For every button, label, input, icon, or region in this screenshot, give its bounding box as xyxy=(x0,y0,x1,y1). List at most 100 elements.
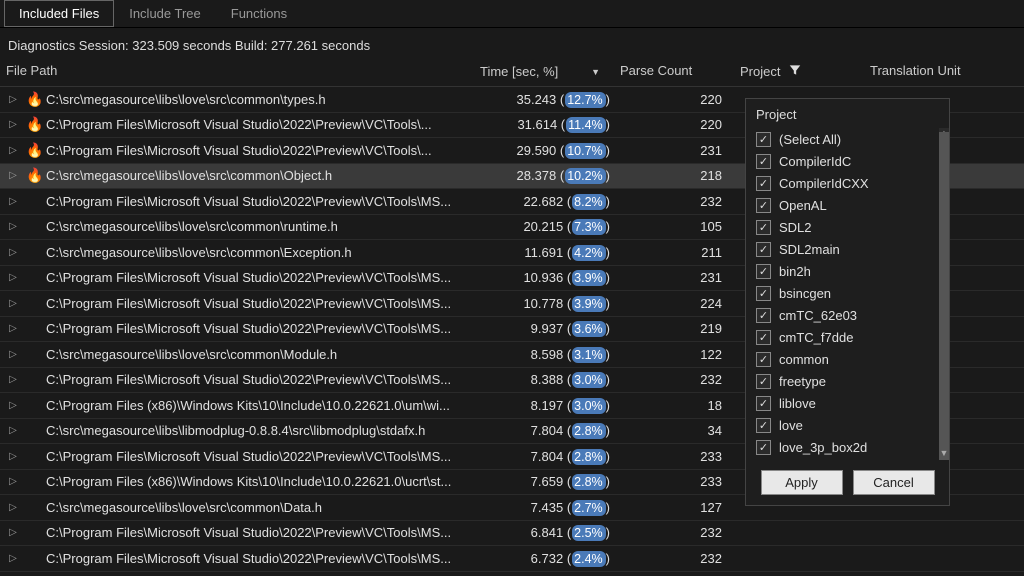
filter-item[interactable]: ✓(Select All) xyxy=(754,128,941,150)
header-file-path[interactable]: File Path xyxy=(0,63,480,80)
filter-item[interactable]: ✓ freetype xyxy=(754,370,941,392)
expand-icon[interactable]: ▷ xyxy=(0,349,26,360)
filter-item[interactable]: ✓ CompilerIdCXX xyxy=(754,172,941,194)
table-row[interactable]: ▷C:\Program Files\Microsoft Visual Studi… xyxy=(0,521,1024,547)
filter-item-label: bin2h xyxy=(779,264,811,279)
expand-icon[interactable]: ▷ xyxy=(0,94,26,105)
expand-icon[interactable]: ▷ xyxy=(0,119,26,130)
status-bar: Diagnostics Session: 323.509 seconds Bui… xyxy=(0,28,1024,63)
time-cell: 20.215 (7.3%) xyxy=(480,219,620,234)
filter-item[interactable]: ✓ cmTC_62e03 xyxy=(754,304,941,326)
filter-item[interactable]: ✓SDL2 xyxy=(754,216,941,238)
parse-count: 224 xyxy=(620,296,740,311)
time-cell: 11.691 (4.2%) xyxy=(480,245,620,260)
time-cell: 29.590 (10.7%) xyxy=(480,143,620,158)
header-project[interactable]: Project xyxy=(740,63,870,80)
header-time-label: Time [sec, %] xyxy=(480,64,558,79)
time-cell: 28.378 (10.2%) xyxy=(480,168,620,183)
parse-count: 18 xyxy=(620,398,740,413)
checkbox-icon[interactable]: ✓ xyxy=(756,308,771,323)
parse-count: 232 xyxy=(620,372,740,387)
checkbox-icon[interactable]: ✓ xyxy=(756,330,771,345)
expand-icon[interactable]: ▷ xyxy=(0,145,26,156)
filter-item[interactable]: ✓ love xyxy=(754,414,941,436)
header-parse-count[interactable]: Parse Count xyxy=(620,63,740,80)
file-path: C:\src\megasource\libs\love\src\common\r… xyxy=(46,219,338,234)
scrollbar-thumb[interactable] xyxy=(939,132,949,460)
file-path: C:\src\megasource\libs\love\src\common\t… xyxy=(46,92,326,107)
expand-icon[interactable]: ▷ xyxy=(0,374,26,385)
checkbox-icon[interactable]: ✓ xyxy=(756,154,771,169)
filter-item[interactable]: ✓bsincgen xyxy=(754,282,941,304)
time-cell: 6.841 (2.5%) xyxy=(480,525,620,540)
expand-icon[interactable]: ▷ xyxy=(0,553,26,564)
parse-count: 211 xyxy=(620,245,740,260)
apply-button[interactable]: Apply xyxy=(761,470,843,495)
parse-count: 232 xyxy=(620,525,740,540)
checkbox-icon[interactable]: ✓ xyxy=(756,264,771,279)
checkbox-icon[interactable]: ✓ xyxy=(756,198,771,213)
checkbox-icon[interactable]: ✓ xyxy=(756,286,771,301)
filter-item[interactable]: ✓cmTC_f7dde xyxy=(754,326,941,348)
expand-icon[interactable]: ▷ xyxy=(0,400,26,411)
expand-icon[interactable]: ▷ xyxy=(0,323,26,334)
parse-count: 220 xyxy=(620,117,740,132)
header-translation-unit[interactable]: Translation Unit xyxy=(870,63,1024,80)
filter-item[interactable]: ✓OpenAL xyxy=(754,194,941,216)
filter-item[interactable]: ✓SDL2main xyxy=(754,238,941,260)
expand-icon[interactable]: ▷ xyxy=(0,170,26,181)
filter-item[interactable]: ✓CompilerIdC xyxy=(754,150,941,172)
tab-functions[interactable]: Functions xyxy=(216,0,302,27)
tab-included-files[interactable]: Included Files xyxy=(4,0,114,27)
checkbox-icon[interactable]: ✓ xyxy=(756,176,771,191)
filter-item-label: liblove xyxy=(779,396,816,411)
file-path: C:\Program Files (x86)\Windows Kits\10\I… xyxy=(46,474,451,489)
header-time[interactable]: Time [sec, %] ▼ xyxy=(480,63,620,80)
checkbox-icon[interactable]: ✓ xyxy=(756,440,771,455)
checkbox-icon[interactable]: ✓ xyxy=(756,352,771,367)
expand-icon[interactable]: ▷ xyxy=(0,298,26,309)
sort-descending-icon: ▼ xyxy=(591,67,612,77)
scrollbar-track[interactable]: ▲ ▼ xyxy=(939,128,949,460)
cancel-button[interactable]: Cancel xyxy=(853,470,935,495)
file-path: C:\src\megasource\libs\love\src\common\O… xyxy=(46,168,332,183)
hot-file-icon: 🔥 xyxy=(26,142,46,159)
checkbox-icon[interactable]: ✓ xyxy=(756,418,771,433)
expand-icon[interactable]: ▷ xyxy=(0,196,26,207)
filter-item[interactable]: ✓ common xyxy=(754,348,941,370)
expand-icon[interactable]: ▷ xyxy=(0,272,26,283)
file-path: C:\src\megasource\libs\love\src\common\D… xyxy=(46,500,322,515)
tab-include-tree[interactable]: Include Tree xyxy=(114,0,216,27)
scroll-down-icon[interactable]: ▼ xyxy=(939,448,949,460)
checkbox-icon[interactable]: ✓ xyxy=(756,396,771,411)
checkbox-icon[interactable]: ✓ xyxy=(756,220,771,235)
file-path: C:\Program Files\Microsoft Visual Studio… xyxy=(46,143,432,158)
expand-icon[interactable]: ▷ xyxy=(0,425,26,436)
checkbox-icon[interactable]: ✓ xyxy=(756,132,771,147)
file-path: C:\Program Files\Microsoft Visual Studio… xyxy=(46,117,432,132)
checkbox-icon[interactable]: ✓ xyxy=(756,242,771,257)
expand-icon[interactable]: ▷ xyxy=(0,221,26,232)
filter-item-label: cmTC_62e03 xyxy=(779,308,857,323)
parse-count: 122 xyxy=(620,347,740,362)
filter-item-label: freetype xyxy=(779,374,826,389)
expand-icon[interactable]: ▷ xyxy=(0,476,26,487)
filter-item[interactable]: ✓ bin2h xyxy=(754,260,941,282)
time-cell: 35.243 (12.7%) xyxy=(480,92,620,107)
expand-icon[interactable]: ▷ xyxy=(0,502,26,513)
table-row[interactable]: ▷C:\Program Files\Microsoft Visual Studi… xyxy=(0,546,1024,572)
filter-icon[interactable] xyxy=(788,63,802,80)
time-cell: 7.659 (2.8%) xyxy=(480,474,620,489)
file-path: C:\Program Files\Microsoft Visual Studio… xyxy=(46,372,451,387)
filter-item-label: common xyxy=(779,352,829,367)
checkbox-icon[interactable]: ✓ xyxy=(756,374,771,389)
project-filter-popup: Project ✓(Select All)✓CompilerIdC✓Compil… xyxy=(745,98,950,506)
filter-item[interactable]: ✓ liblove xyxy=(754,392,941,414)
filter-item[interactable]: ✓love_3p_box2d xyxy=(754,436,941,458)
filter-item-label: CompilerIdCXX xyxy=(779,176,869,191)
expand-icon[interactable]: ▷ xyxy=(0,527,26,538)
expand-icon[interactable]: ▷ xyxy=(0,451,26,462)
parse-count: 231 xyxy=(620,270,740,285)
expand-icon[interactable]: ▷ xyxy=(0,247,26,258)
filter-item-label: love xyxy=(779,418,803,433)
